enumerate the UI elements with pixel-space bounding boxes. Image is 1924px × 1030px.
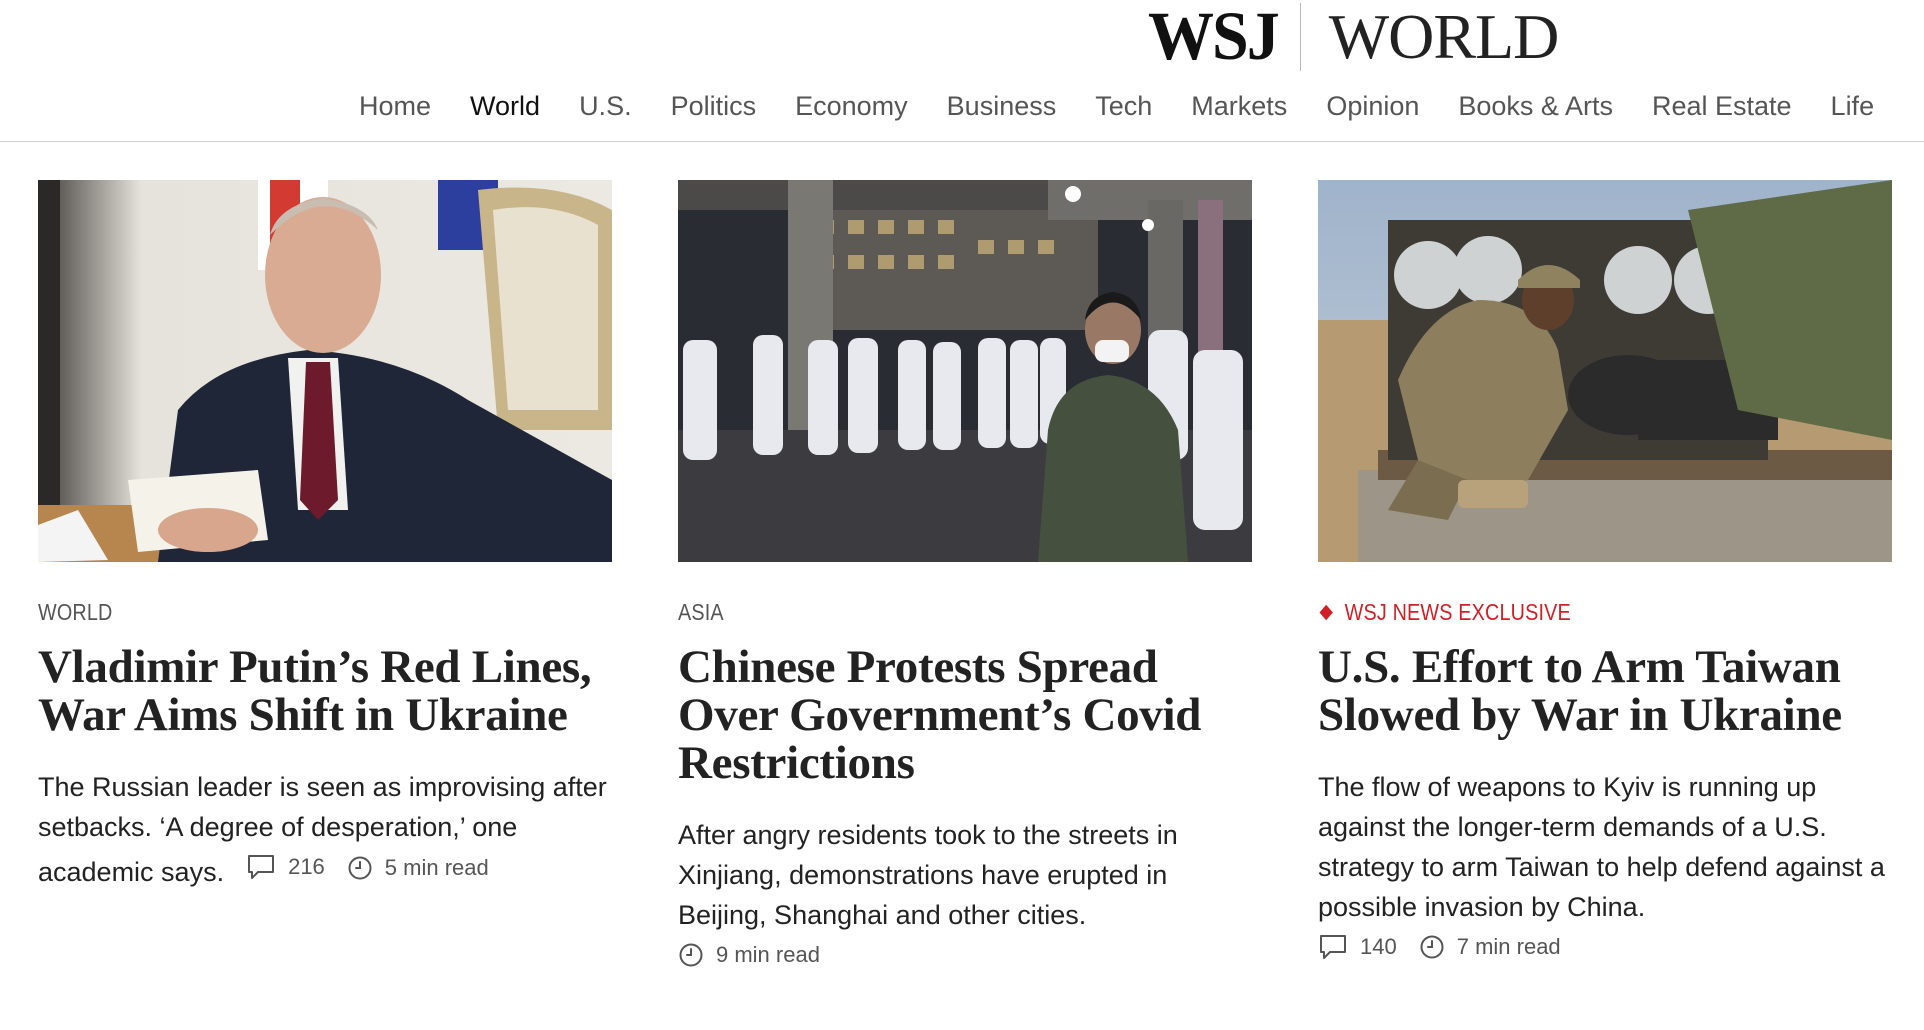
kicker-text[interactable]: WSJ NEWS EXCLUSIVE: [1345, 597, 1571, 627]
article-photo[interactable]: [1318, 180, 1892, 562]
article-card: WORLD Vladimir Putin’s Red Lines, War Ai…: [38, 180, 612, 892]
article-headline[interactable]: Chinese Protests Spread Over Government’…: [678, 643, 1252, 787]
comment-icon[interactable]: [246, 853, 276, 881]
article-meta: 140 7 min read: [1318, 927, 1892, 967]
section-title[interactable]: WORLD: [1329, 4, 1560, 70]
nav-item-economy[interactable]: Economy: [795, 84, 908, 128]
clock-icon: [679, 943, 703, 967]
article-headline[interactable]: U.S. Effort to Arm Taiwan Slowed by War …: [1318, 643, 1892, 739]
main-nav: Home World U.S. Politics Economy Busines…: [359, 84, 1913, 128]
article-summary: The flow of weapons to Kyiv is running u…: [1318, 772, 1885, 922]
article-card: ASIA Chinese Protests Spread Over Govern…: [678, 180, 1252, 975]
site-header: WSJ WORLD Home World U.S. Politics Econo…: [0, 0, 1924, 142]
nav-item-home[interactable]: Home: [359, 84, 431, 128]
comments-link[interactable]: 216: [246, 847, 325, 887]
read-time: 9 min read: [678, 935, 1252, 975]
clock-icon: [1420, 935, 1444, 959]
article-summary: After angry residents took to the street…: [678, 820, 1178, 930]
article-summary: The Russian leader is seen as improvisin…: [38, 767, 612, 892]
nav-item-books-arts[interactable]: Books & Arts: [1458, 84, 1613, 128]
diamond-icon: [1319, 604, 1333, 620]
read-time-text: 9 min read: [716, 942, 820, 967]
read-time-text: 5 min read: [384, 855, 489, 880]
comment-count[interactable]: 140: [1360, 934, 1397, 960]
nav-item-us[interactable]: U.S.: [579, 84, 632, 128]
nav-item-business[interactable]: Business: [947, 84, 1057, 128]
nav-item-real-estate[interactable]: Real Estate: [1652, 84, 1792, 128]
wsj-logo[interactable]: WSJ: [1148, 2, 1280, 71]
nav-item-world[interactable]: World: [470, 84, 540, 128]
read-time: 7 min read: [1419, 934, 1561, 960]
article-card: WSJ NEWS EXCLUSIVE U.S. Effort to Arm Ta…: [1318, 180, 1892, 967]
read-time-text: 7 min read: [1456, 934, 1561, 959]
article-photo[interactable]: [678, 180, 1252, 562]
comment-count[interactable]: 216: [288, 847, 325, 887]
read-time: 5 min read: [347, 848, 489, 888]
article-photo[interactable]: [38, 180, 612, 562]
clock-icon: [348, 856, 372, 880]
nav-item-life[interactable]: Life: [1831, 84, 1875, 128]
comment-icon[interactable]: [1318, 933, 1348, 961]
nav-item-politics[interactable]: Politics: [671, 84, 757, 128]
article-kicker[interactable]: WSJ NEWS EXCLUSIVE: [1318, 597, 1812, 627]
nav-item-markets[interactable]: Markets: [1191, 84, 1287, 128]
article-kicker[interactable]: WORLD: [38, 597, 532, 627]
comments-link[interactable]: 140: [1318, 933, 1397, 961]
masthead-divider: [1299, 3, 1301, 71]
article-headline[interactable]: Vladimir Putin’s Red Lines, War Aims Shi…: [38, 643, 612, 739]
article-kicker[interactable]: ASIA: [678, 597, 1172, 627]
nav-item-tech[interactable]: Tech: [1095, 84, 1152, 128]
nav-item-opinion[interactable]: Opinion: [1326, 84, 1419, 128]
masthead[interactable]: WSJ WORLD: [1148, 2, 1560, 71]
